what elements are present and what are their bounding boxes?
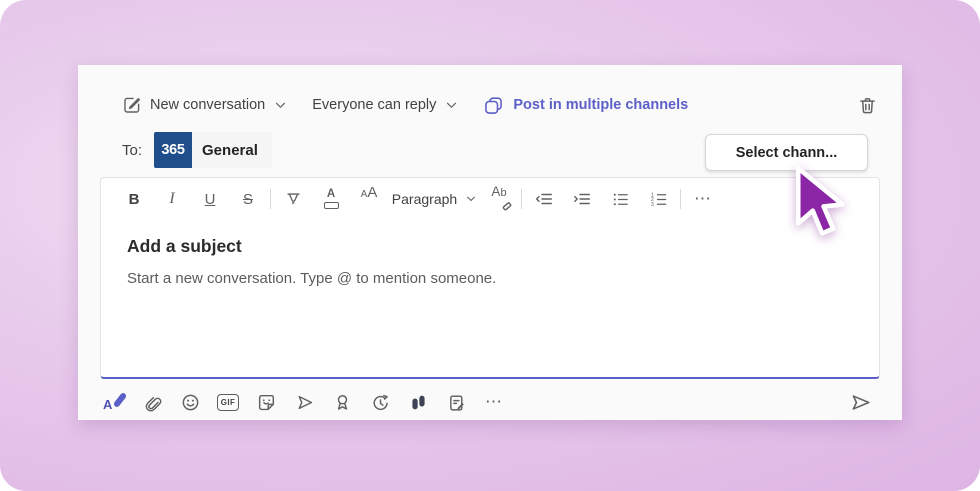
paragraph-label: Paragraph: [392, 191, 457, 207]
approvals-clipboard-icon: [446, 392, 467, 413]
font-color-button[interactable]: A: [312, 184, 350, 214]
font-size-large-letter: A: [367, 184, 377, 201]
delete-draft-button[interactable]: [857, 95, 878, 116]
font-size-button[interactable]: AA: [350, 184, 388, 214]
composer-header: New conversation Everyone can reply Post…: [78, 65, 902, 117]
approvals-button[interactable]: [444, 389, 468, 415]
bulleted-list-button[interactable]: [601, 184, 639, 214]
multiple-channels-icon: [483, 95, 504, 116]
highlight-icon: [284, 190, 303, 209]
reply-permission-menu[interactable]: Everyone can reply: [312, 97, 457, 113]
bulleted-list-icon: [611, 190, 630, 209]
increase-indent-button[interactable]: [563, 184, 601, 214]
pen-icon: [113, 392, 128, 408]
loop-icon: [408, 392, 429, 413]
video-clip-button[interactable]: [292, 389, 316, 415]
emoji-icon: [180, 392, 201, 413]
team-avatar: 365: [154, 132, 192, 168]
numbered-list-icon: 1 2 3: [649, 190, 668, 209]
format-letter: A: [103, 397, 112, 412]
more-actions-button[interactable]: ⋯: [482, 389, 506, 415]
clear-format-button[interactable]: Ab: [480, 184, 518, 214]
compose-icon: [122, 95, 142, 115]
decrease-indent-button[interactable]: [525, 184, 563, 214]
numbered-list-button[interactable]: 1 2 3: [639, 184, 677, 214]
message-input[interactable]: Start a new conversation. Type @ to ment…: [101, 270, 879, 287]
post-multiple-label: Post in multiple channels: [513, 97, 688, 113]
format-toolbar: B I U S A AA: [101, 178, 879, 220]
bold-button[interactable]: B: [115, 184, 153, 214]
emoji-button[interactable]: [178, 389, 202, 415]
composer-card: New conversation Everyone can reply Post…: [78, 65, 902, 420]
new-conversation-label: New conversation: [150, 97, 265, 113]
sticker-button[interactable]: [254, 389, 278, 415]
indent-icon: [572, 190, 592, 208]
font-color-bar: [324, 202, 339, 209]
trash-icon: [857, 95, 878, 116]
gif-icon: GIF: [217, 394, 240, 411]
chevron-down-icon: [275, 102, 286, 109]
loop-button[interactable]: [406, 389, 430, 415]
format-button[interactable]: A: [102, 390, 126, 414]
sticker-icon: [256, 392, 277, 413]
praise-button[interactable]: [330, 389, 354, 415]
font-color-letter: A: [327, 189, 335, 201]
schedule-send-button[interactable]: [368, 389, 392, 415]
paragraph-style-menu[interactable]: Paragraph: [388, 184, 480, 214]
to-label: To:: [122, 142, 142, 159]
underline-button[interactable]: U: [191, 184, 229, 214]
highlight-button[interactable]: [274, 184, 312, 214]
send-button[interactable]: [849, 391, 872, 414]
eraser-icon: [502, 201, 512, 211]
outdent-icon: [534, 190, 554, 208]
channel-chip[interactable]: 365 General: [154, 132, 272, 168]
compose-actions-toolbar: A GIF: [100, 387, 880, 417]
more-format-options-button[interactable]: ⋯: [684, 184, 722, 214]
mouse-cursor: [792, 164, 854, 250]
new-conversation-menu[interactable]: New conversation: [122, 95, 286, 115]
video-clip-icon: [294, 392, 315, 413]
paperclip-icon: [142, 392, 163, 413]
toolbar-divider: [521, 189, 522, 209]
gif-button[interactable]: GIF: [216, 389, 240, 415]
chevron-down-icon: [446, 102, 457, 109]
channel-name: General: [192, 142, 272, 159]
italic-button[interactable]: I: [153, 184, 191, 214]
send-icon: [849, 391, 872, 414]
subject-input[interactable]: Add a subject: [101, 236, 879, 257]
toolbar-divider: [680, 189, 681, 209]
compose-box: B I U S A AA: [100, 177, 880, 379]
praise-medal-icon: [332, 392, 353, 413]
purple-backdrop: New conversation Everyone can reply Post…: [0, 0, 980, 491]
toolbar-divider: [270, 189, 271, 209]
svg-text:3: 3: [650, 201, 653, 207]
attach-file-button[interactable]: [140, 389, 164, 415]
clear-format-letter-a: A: [491, 184, 500, 199]
chevron-down-icon: [466, 196, 476, 202]
font-size-small-letter: A: [361, 189, 368, 200]
post-multiple-channels-button[interactable]: Post in multiple channels: [483, 95, 688, 116]
clear-format-letter-b: b: [500, 187, 506, 199]
reply-permission-label: Everyone can reply: [312, 97, 436, 113]
strikethrough-button[interactable]: S: [229, 184, 267, 214]
clock-icon: [370, 392, 391, 413]
